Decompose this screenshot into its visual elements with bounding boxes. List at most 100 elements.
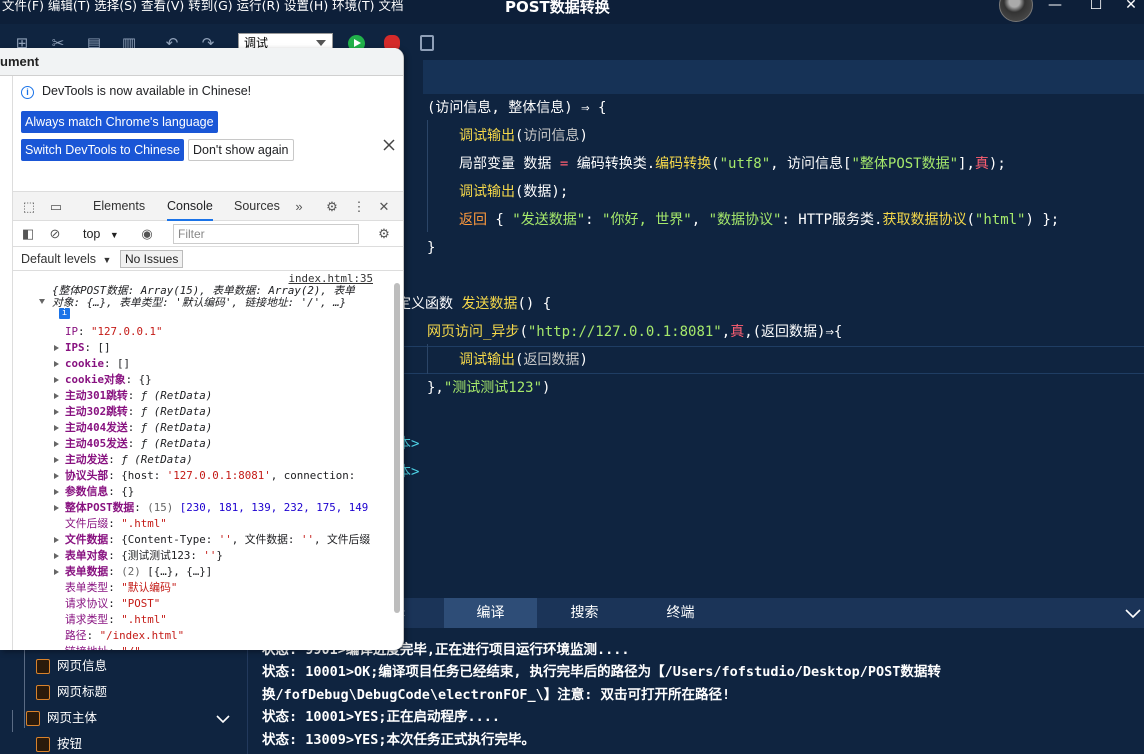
console-property-row[interactable]: 表单数据: (2) [{…}, {…}]	[65, 564, 212, 580]
switch-chinese-button[interactable]: Switch DevTools to Chinese	[21, 139, 184, 161]
expand-triangle-icon[interactable]	[54, 360, 59, 367]
console-property-row[interactable]: IPS: []	[65, 340, 111, 356]
property-value: "POST"	[121, 597, 161, 610]
console-property-row[interactable]: cookie: []	[65, 356, 130, 372]
console-property-row[interactable]: 文件数据: {Content-Type: '', 文件数据: '', 文件后缀	[65, 532, 370, 548]
sidebar-toggle-icon[interactable]: ◧	[20, 226, 36, 242]
console-property-row[interactable]: 主动发送: ƒ (RetData)	[65, 452, 193, 468]
expand-triangle-icon[interactable]	[54, 440, 59, 447]
property-key: 主动404发送	[65, 421, 128, 434]
collapse-triangle-icon[interactable]	[39, 299, 45, 304]
expand-triangle-icon[interactable]	[54, 376, 59, 383]
chevron-down-icon[interactable]	[1125, 606, 1141, 620]
device-toolbar-icon[interactable]: ▭	[48, 199, 64, 215]
expand-triangle-icon[interactable]	[54, 408, 59, 415]
maximize-button[interactable]: ☐	[1087, 0, 1105, 14]
property-value: []	[117, 357, 131, 370]
dont-show-again-button[interactable]: Don't show again	[188, 139, 294, 161]
expand-triangle-icon[interactable]	[54, 568, 59, 575]
console-property-row: 文件后缀: ".html"	[65, 516, 167, 532]
property-value: {}	[121, 485, 135, 498]
expand-triangle-icon[interactable]	[54, 552, 59, 559]
chevron-down-icon[interactable]	[216, 712, 230, 726]
eye-icon[interactable]: ◉	[139, 226, 155, 242]
property-separator: :	[108, 485, 122, 498]
property-key: 文件数据	[65, 533, 109, 546]
tab-console[interactable]: Console	[167, 192, 213, 221]
expand-triangle-icon[interactable]	[54, 344, 59, 351]
console-property-row[interactable]: cookie对象: {}	[65, 372, 152, 388]
code-line: 定义函数 发送数据() {	[397, 294, 551, 314]
search-file-icon[interactable]	[420, 35, 434, 51]
property-key: 请求类型	[65, 613, 109, 626]
context-select[interactable]: top ▼	[83, 224, 119, 245]
close-window-button[interactable]: ✕	[1122, 0, 1140, 14]
expand-triangle-icon[interactable]	[54, 488, 59, 495]
console-property-row[interactable]: 参数信息: {}	[65, 484, 134, 500]
property-value: {host:	[121, 469, 167, 482]
expand-triangle-icon[interactable]	[54, 392, 59, 399]
property-value: ƒ (RetData)	[140, 405, 213, 418]
tab-elements[interactable]: Elements	[93, 192, 145, 221]
close-icon[interactable]: ✕	[376, 199, 392, 215]
more-tabs-icon[interactable]: »	[291, 199, 307, 215]
code-token: )	[542, 380, 551, 396]
page-file-icon	[26, 711, 40, 726]
console-property-row[interactable]: 协议头部: {host: '127.0.0.1:8081', connectio…	[65, 468, 355, 484]
info-badge-icon[interactable]: i	[59, 308, 70, 319]
console-property-row[interactable]: 主动301跳转: ƒ (RetData)	[65, 388, 212, 404]
property-key: cookie对象	[65, 373, 126, 386]
code-token: {	[487, 212, 513, 228]
property-separator: :	[108, 565, 122, 578]
code-line: (访问信息, 整体信息) ⇒ {	[427, 98, 606, 118]
tab-compile[interactable]: 编译	[444, 598, 537, 628]
log-levels-select[interactable]: Default levels ▼	[21, 250, 111, 269]
console-property-row[interactable]: 主动404发送: ƒ (RetData)	[65, 420, 212, 436]
avatar[interactable]	[999, 0, 1033, 22]
expand-triangle-icon[interactable]	[54, 456, 59, 463]
gear-icon[interactable]: ⚙	[324, 199, 340, 215]
inspect-element-icon[interactable]: ⬚	[21, 199, 37, 215]
kebab-menu-icon[interactable]: ⋮	[351, 199, 367, 215]
code-line: }	[427, 238, 435, 258]
code-token: 调试输出	[459, 352, 515, 368]
code-token: "html"	[974, 212, 1026, 228]
minimize-button[interactable]: —	[1046, 0, 1064, 14]
console-output: index.html:35 {整体POST数据: Array(15), 表单数据…	[13, 272, 393, 650]
code-token: )	[579, 128, 588, 144]
code-line: 网页访问_异步("http://127.0.0.1:8081",真,(返回数据)…	[427, 322, 842, 342]
property-value: ''	[300, 533, 314, 546]
close-icon[interactable]	[382, 138, 396, 152]
chevron-down-icon: ▼	[109, 230, 119, 240]
console-scrollbar[interactable]	[394, 283, 400, 613]
clear-console-icon[interactable]: ⊘	[47, 226, 63, 242]
log-line: 状态: 10001>YES;正在启动程序....	[262, 709, 501, 725]
tab-terminal[interactable]: 终端	[634, 598, 727, 628]
gear-icon[interactable]: ⚙	[376, 226, 392, 242]
code-token: 获取数据协议	[882, 212, 967, 228]
property-value: "127.0.0.1"	[91, 325, 163, 338]
expand-triangle-icon[interactable]	[54, 424, 59, 431]
filter-input[interactable]: Filter	[173, 224, 359, 244]
issues-button[interactable]: No Issues	[120, 250, 184, 268]
code-token: 定义函数	[397, 296, 462, 312]
expand-triangle-icon[interactable]	[54, 504, 59, 511]
code-token: )	[579, 352, 588, 368]
property-value: "/"	[121, 645, 141, 650]
property-separator: :	[108, 549, 122, 562]
code-token: 发送数据	[461, 296, 518, 312]
property-key: IPS	[65, 341, 85, 354]
console-property-row[interactable]: 主动302跳转: ƒ (RetData)	[65, 404, 212, 420]
console-property-row[interactable]: 主动405发送: ƒ (RetData)	[65, 436, 212, 452]
expand-triangle-icon[interactable]	[54, 536, 59, 543]
tab-search[interactable]: 搜索	[538, 598, 631, 628]
expand-triangle-icon[interactable]	[54, 472, 59, 479]
console-property-row[interactable]: 整体POST数据: (15) [230, 181, 139, 232, 175,…	[65, 500, 368, 516]
match-language-button[interactable]: Always match Chrome's language	[21, 111, 218, 133]
tab-sources[interactable]: Sources	[234, 192, 280, 221]
property-separator: :	[78, 325, 92, 338]
menu-bar[interactable]: 文件(F) 编辑(T) 选择(S) 查看(V) 转到(G) 运行(R) 设置(H…	[2, 0, 404, 14]
code-editor[interactable]: (访问信息, 整体信息) ⇒ {调试输出(访问信息) 局部变量 数据 = 编码转换…	[397, 60, 1144, 598]
property-value: ''	[203, 549, 217, 562]
console-property-row[interactable]: 表单对象: {测试测试123: ''}	[65, 548, 223, 564]
